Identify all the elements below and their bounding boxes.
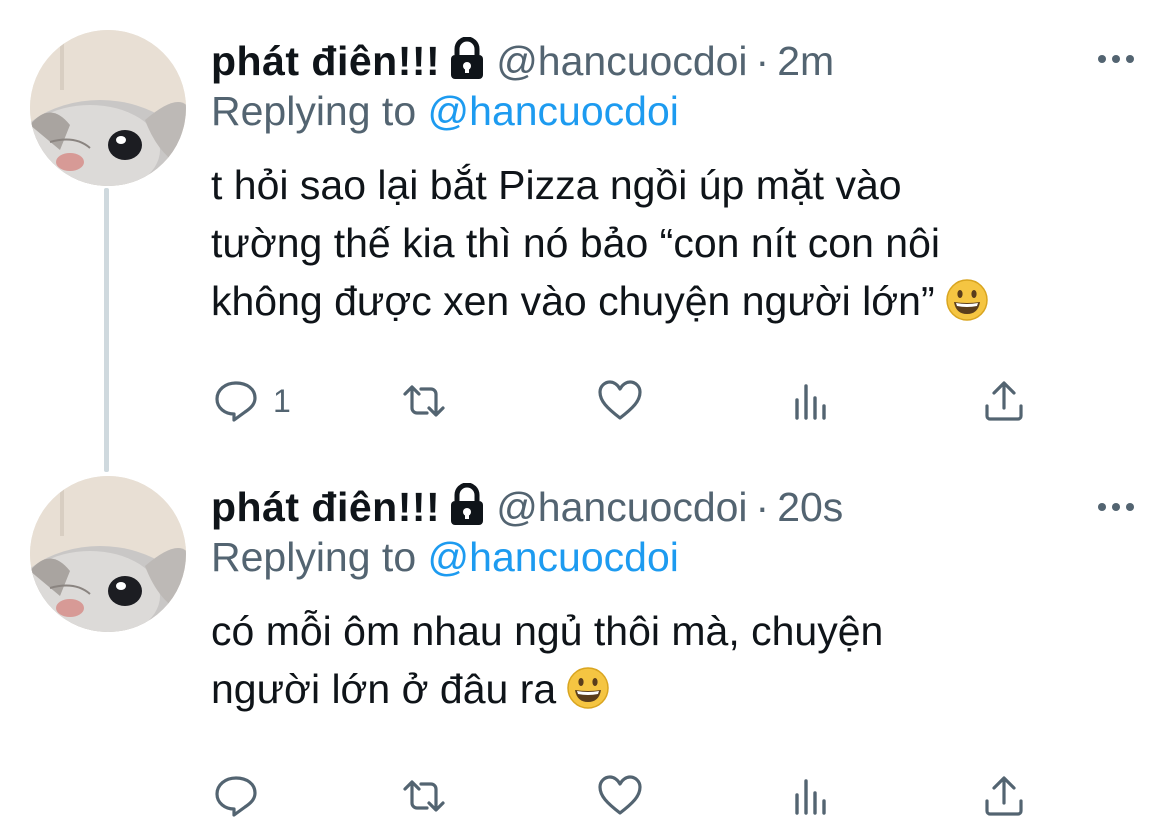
retweet-icon (403, 780, 445, 812)
grinning-face-emoji-icon (567, 667, 609, 709)
grinning-face-emoji-icon (945, 279, 988, 321)
retweet-button[interactable] (401, 376, 447, 426)
tweet-text-line-content: không được xen vào chuyện người lớn” (211, 278, 935, 324)
retweet-icon (403, 385, 445, 417)
replying-label: Replying to (211, 88, 417, 134)
tweet-text-line: tường thế kia thì nó bảo “con nít con nô… (211, 220, 941, 266)
reply-count: 1 (273, 382, 291, 419)
views-button[interactable] (789, 771, 835, 821)
separator-dot: · (755, 38, 770, 84)
avatar[interactable] (30, 30, 186, 186)
cat-avatar-image (30, 476, 186, 632)
views-button[interactable] (789, 376, 835, 426)
cat-avatar-image (30, 30, 186, 186)
share-icon (985, 776, 1023, 816)
reply-button[interactable]: 1 (213, 376, 291, 426)
tweet-text-line: có mỗi ôm nhau ngủ thôi mà, chuyện (211, 608, 884, 654)
timestamp[interactable]: 2m (777, 38, 834, 84)
tweet-text: t hỏi sao lại bắt Pizza ngồi úp mặt vào … (211, 156, 1141, 330)
user-handle[interactable]: @hancuocdoi (496, 38, 747, 84)
avatar[interactable] (30, 476, 186, 632)
tweet-text: có mỗi ôm nhau ngủ thôi mà, chuyện người… (211, 602, 1141, 718)
lock-icon (451, 483, 484, 525)
heart-icon (598, 775, 642, 815)
reply-icon (215, 776, 257, 817)
tweet[interactable]: phát điên!!! @hancuocdoi · 20s Replying to… (0, 448, 1170, 837)
share-icon (985, 381, 1023, 421)
replying-label: Replying to (211, 534, 417, 580)
tweet-text-line-content: người lớn ở đâu ra (211, 666, 557, 712)
replying-to-handle[interactable]: @hancuocdoi (428, 88, 679, 134)
tweet-header: phát điên!!! @hancuocdoi · 20s (211, 482, 843, 532)
more-icon[interactable] (1096, 500, 1136, 512)
user-handle[interactable]: @hancuocdoi (496, 484, 747, 530)
timestamp[interactable]: 20s (777, 484, 843, 530)
heart-icon (598, 380, 642, 420)
replying-to: Replying to @hancuocdoi (211, 532, 679, 582)
share-button[interactable] (981, 376, 1027, 426)
tweet-actions (211, 771, 1071, 821)
lock-icon (451, 37, 484, 79)
replying-to-handle[interactable]: @hancuocdoi (428, 534, 679, 580)
tweet-text-line: t hỏi sao lại bắt Pizza ngồi úp mặt vào (211, 162, 902, 208)
views-icon (795, 384, 826, 420)
like-button[interactable] (597, 771, 643, 821)
like-button[interactable] (597, 376, 643, 426)
tweet-header: phát điên!!! @hancuocdoi · 2m (211, 36, 834, 86)
retweet-button[interactable] (401, 771, 447, 821)
tweet-text-line: người lớn ở đâu ra (211, 660, 1141, 718)
reply-button[interactable] (213, 771, 273, 821)
display-name[interactable]: phát điên!!! (211, 484, 440, 530)
replying-to: Replying to @hancuocdoi (211, 86, 679, 136)
reply-icon (215, 381, 257, 422)
views-icon (795, 779, 826, 815)
tweet[interactable]: phát điên!!! @hancuocdoi · 2m Replying to … (0, 0, 1170, 448)
separator-dot: · (755, 484, 770, 530)
share-button[interactable] (981, 771, 1027, 821)
more-icon[interactable] (1096, 52, 1136, 64)
display-name[interactable]: phát điên!!! (211, 38, 440, 84)
tweet-actions: 1 (211, 376, 1071, 426)
tweet-text-line: không được xen vào chuyện người lớn” (211, 272, 1141, 330)
